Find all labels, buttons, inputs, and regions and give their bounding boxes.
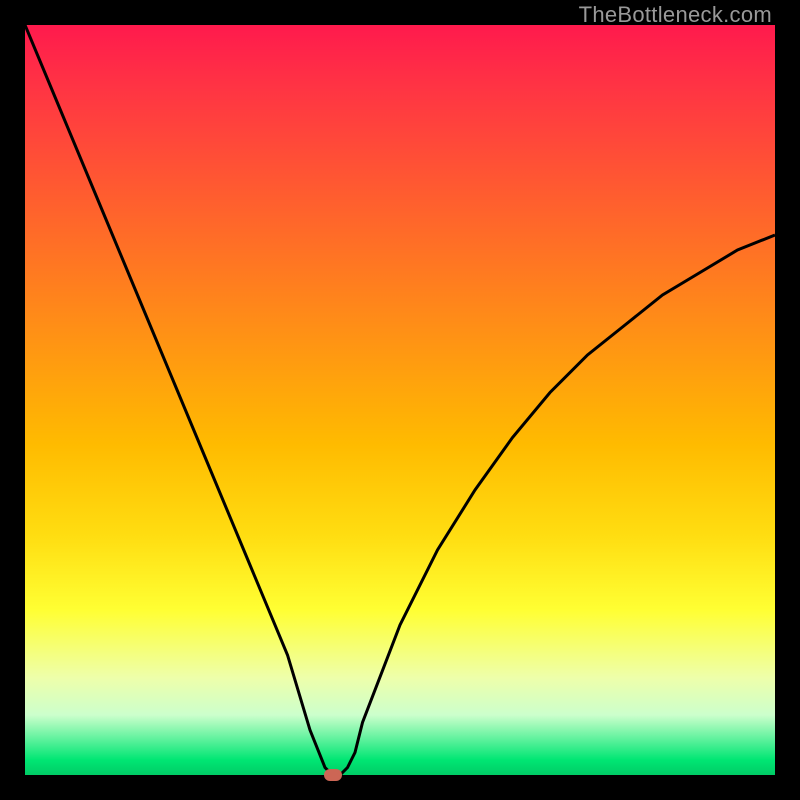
bottleneck-curve [25, 25, 775, 775]
chart-frame: TheBottleneck.com [0, 0, 800, 800]
optimal-point-marker [324, 769, 342, 781]
plot-area [25, 25, 775, 775]
